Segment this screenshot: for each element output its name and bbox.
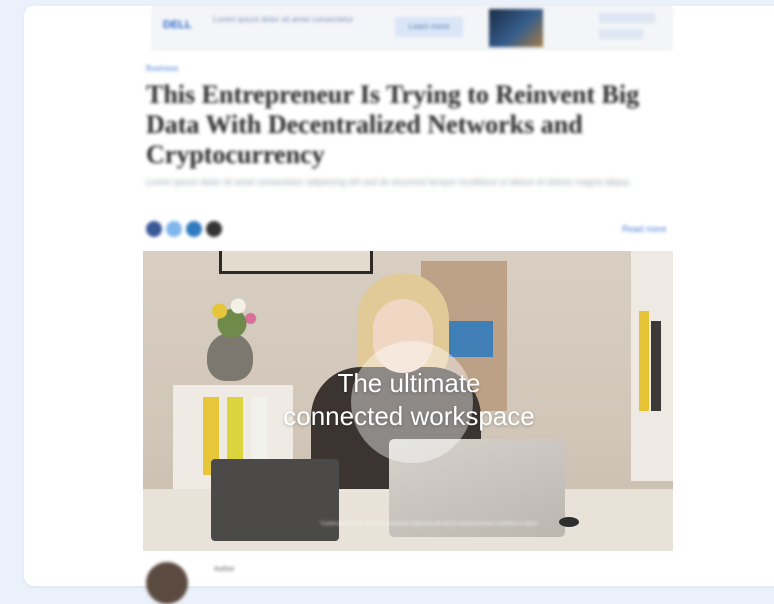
author-avatar[interactable]: [146, 562, 188, 604]
hero-video[interactable]: The ultimate connected workspace *Lorem …: [143, 251, 673, 551]
ad-copy: Lorem ipsum dolor sit amet consectetur: [213, 15, 354, 24]
flowers: [201, 291, 263, 341]
ad-side-line: [599, 29, 643, 39]
share-bar: [146, 221, 222, 237]
twitter-share-icon[interactable]: [166, 221, 182, 237]
hero-headline: The ultimate connected workspace: [143, 367, 673, 433]
ad-banner[interactable]: DELL Lorem ipsum dolor sit amet consecte…: [152, 6, 672, 50]
facebook-share-icon[interactable]: [146, 221, 162, 237]
tablet: [211, 459, 339, 541]
wall-frame: [219, 251, 373, 274]
ad-thumbnail: [489, 9, 543, 47]
ad-side-line: [599, 13, 655, 23]
article-category[interactable]: Business: [146, 64, 178, 73]
article-dek: Lorem ipsum dolor sit amet consectetur a…: [146, 177, 632, 187]
storage-box: [443, 321, 493, 357]
read-more-link[interactable]: Read more: [622, 224, 667, 234]
hero-headline-text: The ultimate connected workspace: [283, 368, 535, 431]
author-name[interactable]: Author: [214, 566, 235, 573]
ad-cta-button[interactable]: Learn more: [395, 17, 463, 37]
linkedin-share-icon[interactable]: [186, 221, 202, 237]
mouse: [559, 517, 579, 527]
email-share-icon[interactable]: [206, 221, 222, 237]
article-title: This Entrepreneur Is Trying to Reinvent …: [146, 80, 640, 169]
hero-fineprint: *Lorem ipsum dolor sit amet consectetur …: [320, 521, 538, 527]
ad-logo: DELL: [163, 19, 192, 31]
